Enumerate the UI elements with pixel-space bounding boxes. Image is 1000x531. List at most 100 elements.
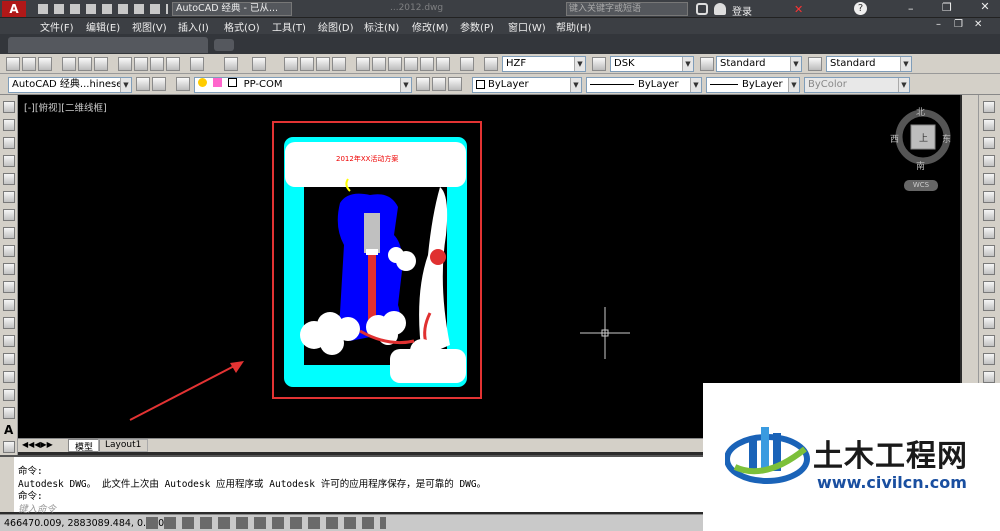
login-link[interactable]: 登录 [732, 3, 752, 18]
revision-cloud-icon[interactable] [3, 227, 15, 239]
explode-icon[interactable] [983, 371, 995, 383]
lineweight-select[interactable]: ByLayer ▼ [706, 77, 800, 93]
trim-icon[interactable] [983, 263, 995, 275]
print-icon[interactable] [62, 57, 76, 71]
layer-properties-icon[interactable] [176, 77, 190, 91]
table-style-icon[interactable] [700, 57, 714, 71]
command-window[interactable]: 命令: Autodesk DWG。 此文件上次由 Autodesk 应用程序或 … [0, 455, 705, 515]
redo-icon[interactable] [252, 57, 266, 71]
menu-modify[interactable]: 修改(M) [412, 19, 448, 34]
save-icon[interactable] [38, 57, 52, 71]
sheet-set-icon[interactable] [404, 57, 418, 71]
tab-layout1[interactable]: Layout1 [98, 439, 149, 452]
add-selected-icon[interactable] [3, 441, 15, 453]
search-input[interactable]: 键入关键字或短语 [566, 2, 688, 16]
mirror-icon[interactable] [983, 137, 995, 149]
point-icon[interactable] [3, 335, 15, 347]
block-editor-icon[interactable] [190, 57, 204, 71]
user-icon[interactable] [714, 3, 726, 15]
line-icon[interactable] [3, 101, 15, 113]
dim-style-select[interactable]: DSK ▼ [610, 56, 694, 72]
break-icon[interactable] [983, 299, 995, 311]
layer-previous-icon[interactable] [432, 77, 446, 91]
menu-window[interactable]: 窗口(W) [508, 19, 546, 34]
open-icon[interactable] [22, 57, 36, 71]
erase-icon[interactable] [983, 101, 995, 113]
ucs-button[interactable]: WCS [904, 180, 938, 191]
drafting-toggle-icons[interactable] [146, 517, 386, 529]
table-style-select[interactable]: Standard ▼ [716, 56, 802, 72]
quickcalc-icon[interactable] [436, 57, 450, 71]
circle-icon[interactable] [3, 209, 15, 221]
menu-draw[interactable]: 绘图(D) [318, 19, 354, 34]
menu-view[interactable]: 视图(V) [132, 19, 167, 34]
workspace-dropdown[interactable]: AutoCAD 经典 - 已从... [172, 2, 292, 16]
preview-icon[interactable] [78, 57, 92, 71]
dim-style-icon[interactable] [592, 57, 606, 71]
ellipse-icon[interactable] [3, 263, 15, 275]
zoom-window-icon[interactable] [316, 57, 330, 71]
rotate-icon[interactable] [983, 209, 995, 221]
array-icon[interactable] [983, 173, 995, 185]
viewcube-west[interactable]: 西 [890, 132, 899, 145]
copy-icon[interactable] [134, 57, 148, 71]
exchange-icon[interactable]: ✕ [794, 3, 803, 16]
plotstyle-select[interactable]: ByColor ▼ [804, 77, 910, 93]
fillet-icon[interactable] [983, 353, 995, 365]
doc-restore-button[interactable]: ❐ [954, 19, 963, 30]
ellipse-arc-icon[interactable] [3, 281, 15, 293]
binoculars-icon[interactable] [696, 3, 708, 15]
make-block-icon[interactable] [3, 317, 15, 329]
viewcube-north[interactable]: 北 [916, 105, 925, 118]
text-style-icon[interactable] [484, 57, 498, 71]
menu-help[interactable]: 帮助(H) [556, 19, 591, 34]
menu-insert[interactable]: 插入(I) [178, 19, 209, 34]
spline-icon[interactable] [3, 245, 15, 257]
rectangle-icon[interactable] [3, 173, 15, 185]
zoom-previous-icon[interactable] [332, 57, 346, 71]
menu-edit[interactable]: 编辑(E) [86, 19, 120, 34]
tab-model[interactable]: 模型 [68, 439, 101, 453]
doc-close-button[interactable]: ✕ [974, 19, 982, 30]
arc-icon[interactable] [3, 191, 15, 203]
move-icon[interactable] [983, 191, 995, 203]
design-center-icon[interactable] [372, 57, 386, 71]
viewcube-south[interactable]: 南 [916, 159, 925, 172]
stretch-icon[interactable] [983, 245, 995, 257]
join-icon[interactable] [983, 317, 995, 329]
match-properties-icon[interactable] [166, 57, 180, 71]
linetype-select[interactable]: ByLayer ▼ [586, 77, 702, 93]
gradient-icon[interactable] [3, 371, 15, 383]
zoom-realtime-icon[interactable] [300, 57, 314, 71]
help-toolbar-icon[interactable] [460, 57, 474, 71]
workspace-settings-icon[interactable] [136, 77, 150, 91]
paste-icon[interactable] [150, 57, 164, 71]
table-icon[interactable] [3, 407, 15, 419]
doc-minimize-button[interactable]: – [936, 19, 941, 30]
cut-icon[interactable] [118, 57, 132, 71]
properties-icon[interactable] [356, 57, 370, 71]
layer-state-icon[interactable] [448, 77, 462, 91]
polygon-icon[interactable] [3, 155, 15, 167]
minimize-button[interactable]: – [908, 2, 914, 15]
mleader-style-icon[interactable] [808, 57, 822, 71]
undo-icon[interactable] [224, 57, 238, 71]
autocad-logo-icon[interactable]: A [2, 1, 26, 17]
make-current-icon[interactable] [416, 77, 430, 91]
close-button[interactable]: ✕ [970, 0, 1000, 17]
workspace-select[interactable]: AutoCAD 经典...hinese 移 ▼ [8, 77, 132, 93]
tab-nav-arrows[interactable]: ◀◀◀▶▶ [22, 440, 53, 449]
scale-icon[interactable] [983, 227, 995, 239]
markup-icon[interactable] [420, 57, 434, 71]
command-grip[interactable] [0, 457, 14, 512]
gear-icon[interactable] [152, 77, 166, 91]
tool-palettes-icon[interactable] [388, 57, 402, 71]
menu-dimension[interactable]: 标注(N) [364, 19, 399, 34]
menu-tools[interactable]: 工具(T) [272, 19, 306, 34]
color-select[interactable]: ByLayer ▼ [472, 77, 582, 93]
command-input[interactable]: 键入命令 [18, 501, 538, 515]
new-tab-button[interactable] [214, 39, 234, 51]
mtext-icon[interactable]: A [4, 423, 13, 437]
new-icon[interactable] [6, 57, 20, 71]
layer-select[interactable]: PP-COM ▼ [194, 77, 412, 93]
